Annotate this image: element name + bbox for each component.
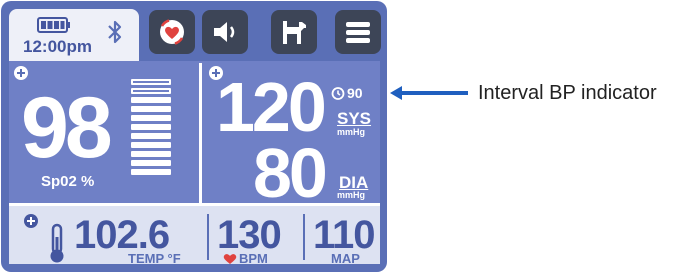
signal-bar <box>131 151 171 157</box>
volume-button[interactable] <box>202 10 248 54</box>
expand-temp-icon[interactable] <box>23 213 39 229</box>
signal-bar <box>131 88 171 94</box>
signal-bar <box>131 169 171 175</box>
patient-button[interactable] <box>271 10 317 54</box>
diastolic-value: 80 <box>253 134 328 212</box>
bp-cycle-button[interactable] <box>149 10 195 54</box>
signal-bar <box>131 79 171 85</box>
spo2-value: 98 <box>21 80 113 176</box>
bluetooth-icon <box>108 20 122 44</box>
signal-bar <box>131 106 171 112</box>
interval-bp-indicator: 90 <box>331 85 363 101</box>
systolic-label: SYS <box>337 109 372 128</box>
speaker-icon <box>214 22 235 42</box>
annotation-label: Interval BP indicator <box>478 82 657 104</box>
spo2-signal-bars <box>131 79 171 178</box>
diastolic-unit: mmHg <box>337 190 366 200</box>
battery-full-icon <box>37 17 70 33</box>
annotation-arrow-icon <box>390 86 468 100</box>
signal-bar <box>131 133 171 139</box>
signal-bar <box>131 160 171 166</box>
pulse-label: BPM <box>239 251 268 266</box>
monitor-screen: 12:00pm 98 Sp02 % 120 90 SYS mmHg 80 DIA… <box>1 1 387 272</box>
spo2-label: Sp02 % <box>41 173 95 190</box>
thermometer-icon <box>50 223 64 263</box>
map-label: MAP <box>331 251 360 266</box>
bottom-separator <box>207 214 209 260</box>
signal-bar <box>131 97 171 103</box>
systolic-unit: mmHg <box>337 127 366 137</box>
signal-bar <box>131 115 171 121</box>
dog-icon <box>283 21 306 44</box>
signal-bar <box>131 142 171 148</box>
status-area: 12:00pm <box>9 9 139 61</box>
clock-time: 12:00pm <box>23 37 92 56</box>
menu-button[interactable] <box>335 10 381 54</box>
temp-label: TEMP °F <box>128 251 181 266</box>
signal-bar <box>131 124 171 130</box>
heart-icon <box>223 254 237 264</box>
hamburger-menu-icon <box>346 22 370 43</box>
interval-value: 90 <box>347 85 363 101</box>
timer-icon <box>331 87 345 100</box>
panel-divider <box>199 63 202 203</box>
bottom-separator <box>303 214 305 260</box>
heart-cycle-icon <box>160 19 184 45</box>
